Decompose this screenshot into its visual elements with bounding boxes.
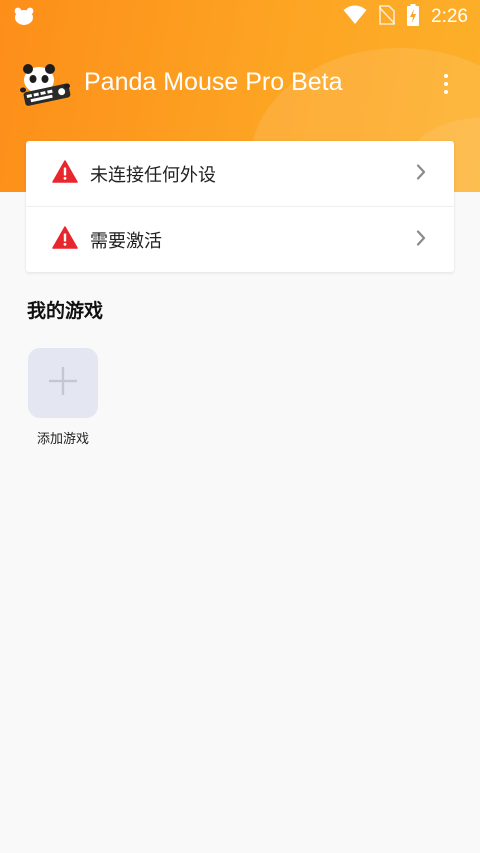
add-game-button[interactable] (28, 348, 98, 418)
status-bar: 2:26 (0, 0, 480, 32)
chevron-right-icon (416, 163, 426, 184)
alert-label: 未连接任何外设 (90, 164, 216, 186)
alert-row-activation[interactable]: 需要激活 (26, 206, 454, 272)
more-options-button[interactable] (436, 70, 456, 98)
warning-icon (52, 226, 78, 253)
app-title: Panda Mouse Pro Beta (84, 68, 343, 96)
wifi-icon (343, 5, 367, 29)
toolbar: Panda Mouse Pro Beta (0, 56, 480, 112)
no-sim-icon (378, 5, 396, 29)
more-vert-icon (444, 74, 448, 78)
add-game-label[interactable]: 添加游戏 (24, 428, 102, 447)
warning-icon (52, 160, 78, 187)
plus-icon (48, 366, 78, 400)
status-time: 2:26 (431, 6, 468, 27)
alert-label: 需要激活 (90, 230, 162, 252)
alert-card: 未连接任何外设 需要激活 (26, 141, 454, 272)
panda-logo-icon (20, 62, 72, 112)
section-title-my-games: 我的游戏 (27, 300, 104, 322)
chevron-right-icon (416, 229, 426, 250)
panda-notification-icon (14, 7, 34, 29)
battery-charging-icon (407, 4, 420, 30)
alert-row-no-device[interactable]: 未连接任何外设 (26, 141, 454, 206)
